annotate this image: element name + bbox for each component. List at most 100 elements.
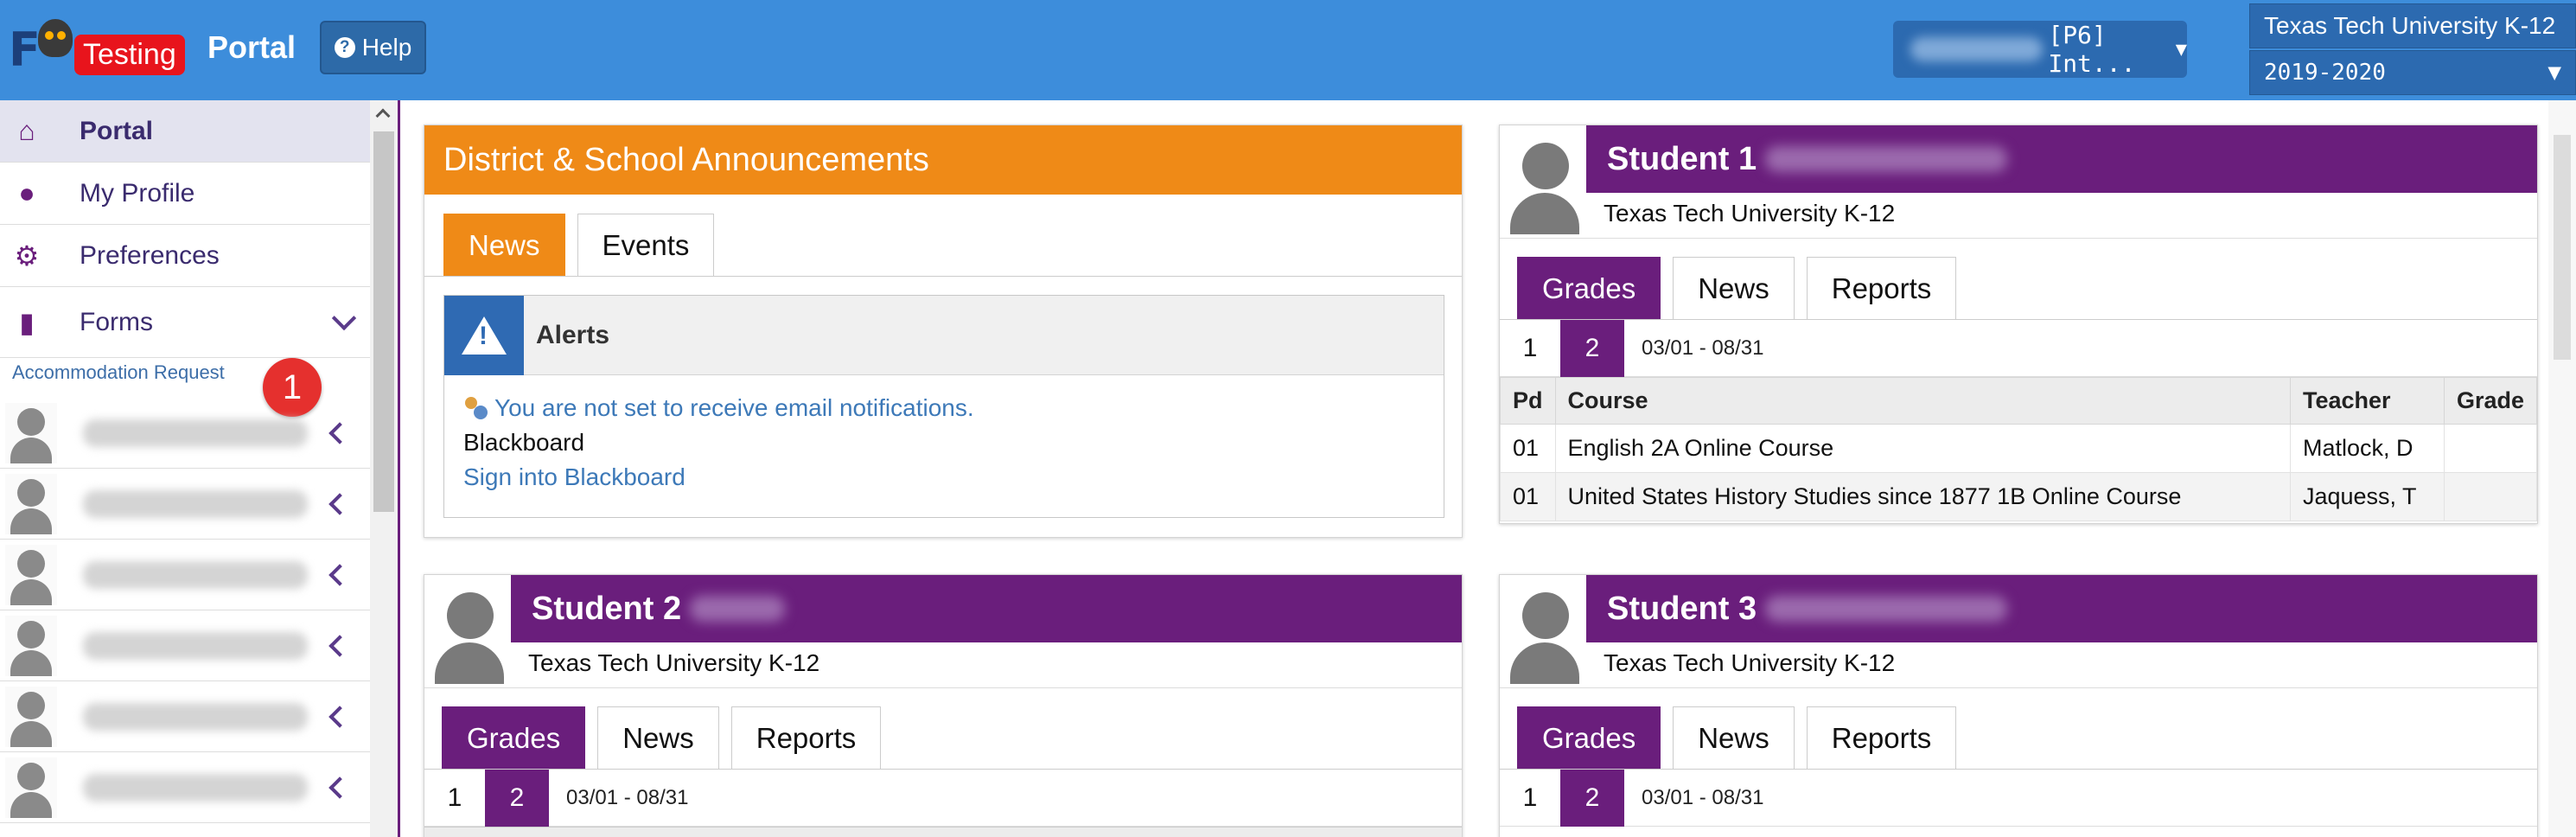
blackboard-label: Blackboard (463, 429, 585, 456)
tab-grades[interactable]: Grades (1517, 257, 1661, 319)
term-1-button[interactable]: 1 (424, 770, 485, 827)
tab-reports[interactable]: Reports (1806, 257, 1957, 319)
cell-pd: 01 (1500, 472, 1556, 521)
tab-news[interactable]: News (1673, 706, 1795, 769)
child-row[interactable] (0, 398, 370, 469)
divider (424, 687, 1462, 688)
avatar (5, 544, 57, 605)
warning-icon (444, 295, 524, 375)
chevron-left-icon[interactable] (328, 563, 351, 586)
term-2-button[interactable]: 2 (485, 769, 549, 827)
cell-grade (2443, 472, 2537, 521)
student-tabs: Grades News Reports (1517, 257, 1957, 319)
child-row[interactable] (0, 681, 370, 752)
tab-events[interactable]: Events (577, 214, 715, 276)
avatar (1507, 137, 1581, 234)
app-title[interactable]: Portal (207, 29, 296, 66)
sidebar-item-portal[interactable]: ⌂ Portal (0, 100, 370, 163)
user-icon: ● (18, 177, 35, 208)
cell-teacher[interactable]: Jaquess, T (2289, 472, 2445, 521)
child-row[interactable] (0, 752, 370, 823)
tab-reports[interactable]: Reports (1806, 706, 1957, 769)
tab-grades[interactable]: Grades (442, 706, 586, 769)
focus-logo[interactable]: F Testing (9, 17, 185, 78)
child-row[interactable] (0, 610, 370, 681)
sidebar: ⌂ Portal ● My Profile ⚙ Preferences ▮ Fo… (0, 100, 370, 837)
sidebar-item-label: Preferences (80, 240, 220, 270)
tab-grades[interactable]: Grades (1517, 706, 1661, 769)
student-name: Student 1 (1607, 140, 1757, 177)
chevron-left-icon[interactable] (328, 492, 351, 515)
term-1-button[interactable]: 1 (1500, 320, 1560, 377)
alerts-box: Alerts You are not set to receive email … (443, 295, 1444, 518)
email-notification-link[interactable]: You are not set to receive email notific… (463, 394, 974, 422)
main-scrollbar[interactable] (2548, 100, 2576, 837)
top-bar: F Testing Portal ? Help [P6] Int... ▼ Te… (0, 0, 2576, 100)
scrollbar-thumb[interactable] (2554, 135, 2571, 360)
avatar (5, 402, 57, 463)
sidebar-subitem-accommodation-request[interactable]: Accommodation Request (12, 361, 225, 384)
school-select[interactable]: Texas Tech University K-12 (2249, 3, 2576, 48)
table-row[interactable]: 01 English 2A Online Course Matlock, D (1500, 424, 2537, 473)
tab-news[interactable]: News (443, 214, 565, 276)
student-school: Texas Tech University K-12 (1604, 200, 1896, 227)
sidebar-item-label: Portal (80, 116, 154, 145)
term-1-button[interactable]: 1 (1500, 770, 1560, 827)
avatar (5, 757, 57, 818)
blackboard-signin-link[interactable]: Sign into Blackboard (463, 463, 685, 491)
dropdown-arrow-icon: ▼ (2175, 38, 2187, 61)
term-date-range: 03/01 - 08/31 (566, 785, 689, 809)
table-row[interactable]: 01 United States History Studies since 1… (1500, 472, 2537, 521)
column-header-pd[interactable]: Pd (1500, 377, 1556, 425)
student-name-bar: Student 1 (1586, 125, 2537, 193)
column-header-course[interactable]: Course (1554, 377, 2291, 425)
divider (1500, 687, 2537, 688)
scroll-up-arrow-icon[interactable] (375, 108, 391, 124)
redacted-student-name (1765, 146, 2008, 172)
redacted-child-name (83, 418, 308, 447)
help-label: Help (361, 34, 412, 61)
child-row[interactable] (0, 540, 370, 610)
student-name: Student 3 (1607, 590, 1757, 627)
cell-grade (2443, 424, 2537, 473)
term-2-button[interactable]: 2 (1560, 769, 1624, 827)
chevron-left-icon[interactable] (328, 634, 351, 657)
avatar (5, 615, 57, 676)
sidebar-scrollbar[interactable] (370, 100, 398, 837)
cell-teacher[interactable]: Matlock, D (2289, 424, 2445, 473)
divider (1500, 238, 2537, 239)
term-selector: 1 2 03/01 - 08/31 (1500, 319, 2537, 377)
tab-reports[interactable]: Reports (730, 706, 882, 769)
chevron-left-icon[interactable] (328, 705, 351, 728)
chevron-left-icon[interactable] (328, 776, 351, 799)
table-header-row: Pd Course Teacher Grade (1500, 377, 2537, 425)
student-name-bar: Student 3 (1586, 575, 2537, 642)
term-2-button[interactable]: 2 (1560, 319, 1624, 377)
help-button[interactable]: ? Help (320, 21, 426, 74)
grades-table (424, 827, 1462, 837)
user-role-select[interactable]: [P6] Int... ▼ (1893, 21, 2187, 78)
child-row[interactable] (0, 469, 370, 540)
people-icon (463, 395, 489, 421)
tab-news[interactable]: News (597, 706, 719, 769)
term-selector: 1 2 03/01 - 08/31 (1500, 769, 2537, 827)
user-role-text: [P6] Int... (2048, 21, 2136, 78)
sidebar-item-my-profile[interactable]: ● My Profile (0, 163, 370, 225)
chevron-left-icon[interactable] (328, 421, 351, 444)
redacted-user-name (1910, 37, 2044, 61)
chevron-down-icon (331, 305, 357, 331)
redacted-student-name (1765, 596, 2008, 622)
email-notification-text: You are not set to receive email notific… (494, 394, 974, 421)
column-header-teacher[interactable]: Teacher (2289, 377, 2445, 425)
cell-course[interactable]: English 2A Online Course (1554, 424, 2291, 473)
avatar (1507, 587, 1581, 684)
logo-letters: F (9, 22, 41, 77)
cell-course[interactable]: United States History Studies since 1877… (1554, 472, 2291, 521)
column-header-grade[interactable]: Grade (2443, 377, 2537, 425)
sidebar-item-preferences[interactable]: ⚙ Preferences (0, 225, 370, 287)
tab-news[interactable]: News (1673, 257, 1795, 319)
redacted-child-name (83, 773, 308, 802)
year-select[interactable]: 2019-2020 ▼ (2249, 50, 2576, 95)
scrollbar-thumb[interactable] (373, 131, 394, 512)
sidebar-item-forms[interactable]: ▮ Forms (0, 287, 370, 358)
